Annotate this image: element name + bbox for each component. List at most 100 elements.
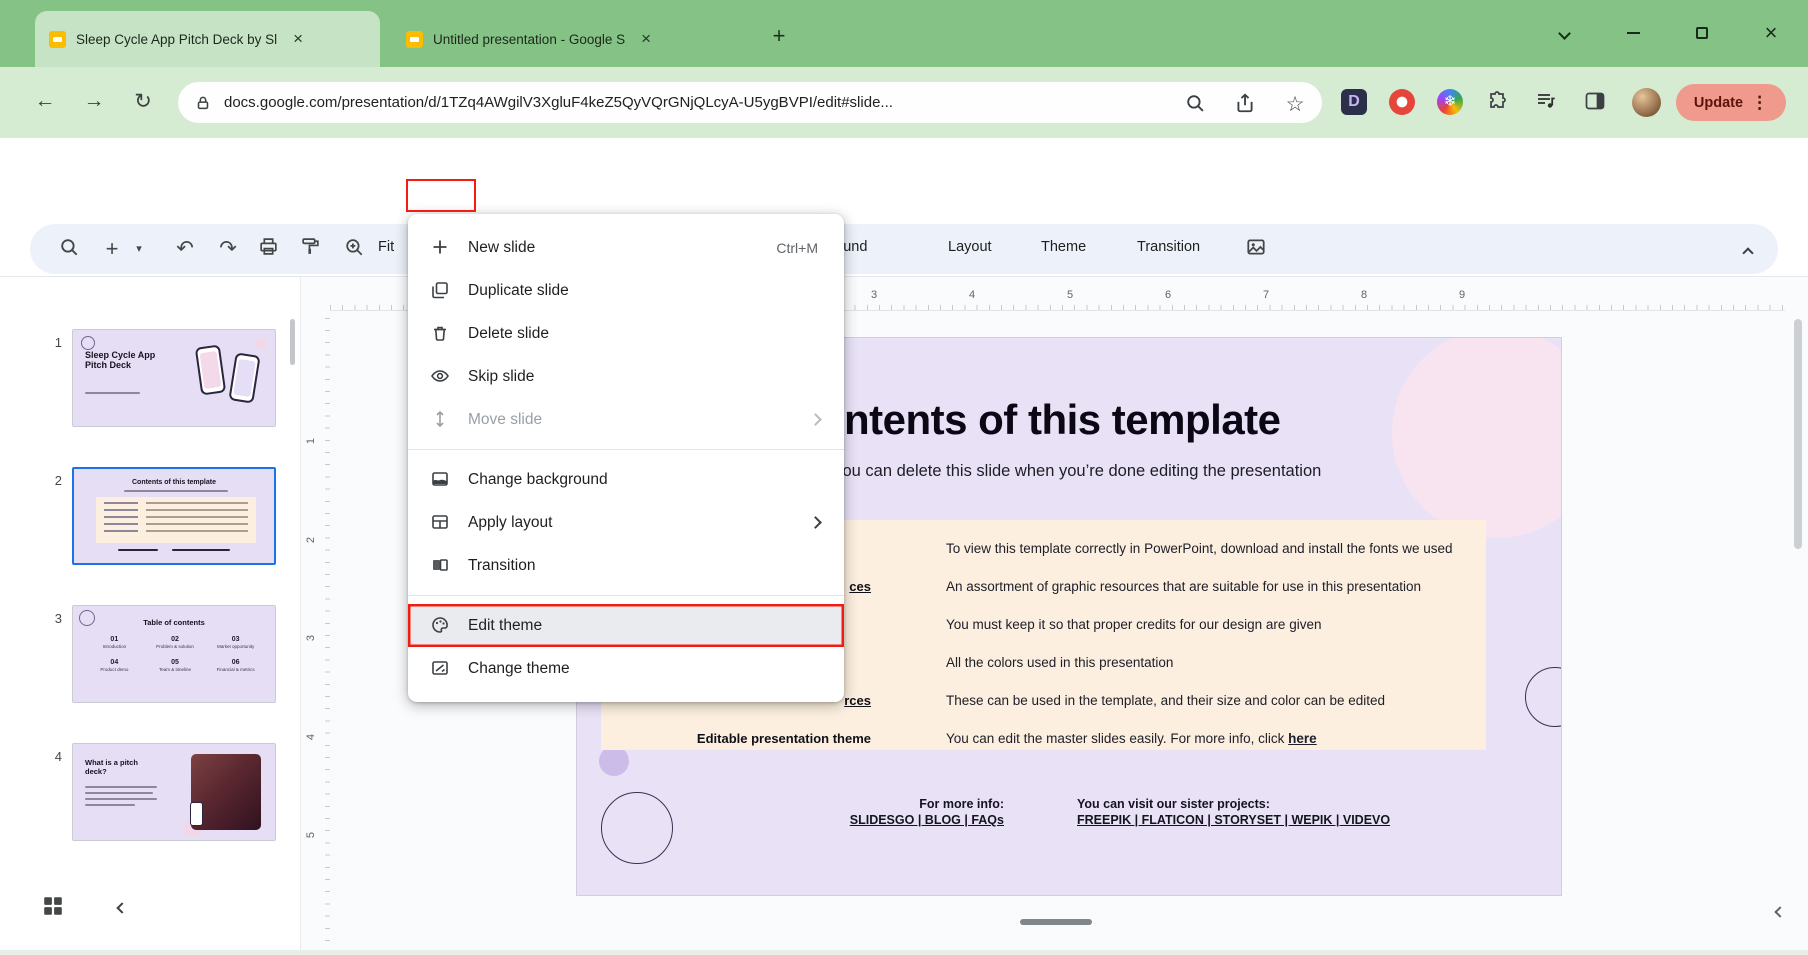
insert-image-icon[interactable] — [1245, 236, 1271, 262]
tab-title: Untitled presentation - Google S — [433, 32, 625, 47]
extension-red-circle-icon[interactable] — [1389, 89, 1415, 115]
tab-close-icon[interactable]: × — [287, 28, 309, 50]
back-icon[interactable]: ← — [30, 89, 60, 113]
extension-d-icon[interactable]: D — [1341, 89, 1367, 115]
menu-item-apply-layout[interactable]: Apply layout — [408, 501, 844, 544]
window-close-button[interactable]: × — [1753, 18, 1789, 48]
menu-item-edit-theme[interactable]: Edit theme — [408, 604, 844, 647]
zoom-fit-label[interactable]: Fit — [378, 239, 394, 255]
slide-subtitle[interactable]: You can delete this slide when you’re do… — [833, 462, 1321, 481]
theme-button[interactable]: Theme — [1041, 239, 1086, 255]
browser-profile-avatar[interactable] — [1632, 88, 1661, 117]
menu-item-duplicate-slide[interactable]: Duplicate slide — [408, 269, 844, 312]
zoom-page-icon[interactable] — [1184, 92, 1206, 114]
transition-icon — [430, 555, 454, 577]
undo-icon[interactable]: ↶ — [172, 236, 198, 262]
extensions-puzzle-icon[interactable] — [1486, 89, 1512, 115]
filmstrip-panel: 1 Sleep Cycle App Pitch Deck 2 Contents … — [0, 277, 301, 951]
menu-item-delete-slide[interactable]: Delete slide — [408, 312, 844, 355]
slides-favicon — [406, 31, 423, 48]
chrome-update-button[interactable]: Update ⋮ — [1676, 84, 1786, 121]
slide-footer-sister-projects: You can visit our sister projects: FREEP… — [1077, 796, 1390, 828]
paint-format-icon[interactable] — [300, 236, 326, 262]
thumb-content-box — [96, 497, 256, 543]
slide-dropdown-menu: New slide Ctrl+M Duplicate slide Delete … — [408, 214, 844, 702]
bottom-right-collapse-icon[interactable] — [1776, 903, 1784, 921]
slide-thumbnail-3[interactable]: Table of contents 01Introduction 02Probl… — [72, 605, 276, 703]
new-slide-icon — [430, 237, 454, 259]
extension-pinwheel-icon[interactable]: ❄ — [1437, 89, 1463, 115]
sister-project-links[interactable]: FREEPIK | FLATICON | STORYSET | WEPIK | … — [1077, 812, 1390, 828]
decor-outline-circle — [1525, 667, 1562, 727]
vertical-scrollbar[interactable] — [1794, 319, 1802, 549]
slide-number: 4 — [40, 749, 62, 764]
add-slide-dropdown-icon[interactable]: ▾ — [126, 242, 152, 268]
address-bar: ← → ↻ docs.google.com/presentation/d/1TZ… — [0, 67, 1808, 138]
redo-icon[interactable]: ↷ — [215, 236, 241, 262]
here-link[interactable]: here — [1288, 731, 1317, 746]
menu-item-move-slide[interactable]: Move slide — [408, 398, 844, 441]
submenu-arrow-icon — [809, 516, 822, 529]
search-menus-icon[interactable] — [58, 236, 84, 262]
slide-number: 3 — [40, 611, 62, 626]
toolbar-pill — [30, 224, 1778, 274]
vertical-ruler: 1 2 3 4 5 — [304, 311, 330, 941]
slide-title[interactable]: Contents of this template — [789, 396, 1281, 444]
content-row: Editable presentation theme You can edit… — [601, 719, 1486, 757]
move-slide-icon — [430, 409, 454, 431]
slide-number: 1 — [40, 335, 62, 350]
zoom-icon[interactable] — [343, 236, 369, 262]
slide-thumbnail-1[interactable]: Sleep Cycle App Pitch Deck — [72, 329, 276, 427]
grid-view-icon[interactable] — [42, 895, 66, 919]
menu-item-transition[interactable]: Transition — [408, 544, 844, 587]
filmstrip-collapse-icon[interactable] — [118, 899, 142, 923]
slide-thumbnail-4[interactable]: What is a pitch deck? — [72, 743, 276, 841]
horizontal-scrollbar[interactable] — [1020, 919, 1092, 925]
workspace: 1 Sleep Cycle App Pitch Deck 2 Contents … — [0, 276, 1808, 950]
menu-item-change-background[interactable]: Change background — [408, 458, 844, 501]
new-tab-button[interactable]: + — [764, 22, 794, 52]
phone-mockup — [228, 352, 260, 403]
share-page-icon[interactable] — [1234, 92, 1256, 114]
slidesgo-links[interactable]: SLIDESGO | BLOG | FAQs — [850, 812, 1004, 828]
transition-button[interactable]: Transition — [1137, 239, 1200, 255]
lock-icon — [194, 94, 212, 112]
slide-thumbnail-2-selected[interactable]: Contents of this template — [72, 467, 276, 565]
bookmark-star-icon[interactable]: ☆ — [1284, 92, 1306, 114]
forward-icon[interactable]: → — [79, 89, 109, 113]
window-maximize-button[interactable] — [1684, 18, 1720, 48]
menu-item-skip-slide[interactable]: Skip slide — [408, 355, 844, 398]
tab-strip: Sleep Cycle App Pitch Deck by Sl × Untit… — [0, 0, 1808, 67]
submenu-arrow-icon — [809, 413, 822, 426]
annotation-box-slide-menu — [406, 179, 476, 212]
layout-button[interactable]: Layout — [948, 239, 992, 255]
apply-layout-icon — [430, 512, 454, 534]
skip-slide-eye-icon — [430, 366, 454, 388]
toolbar-collapse-icon[interactable] — [1735, 240, 1761, 266]
reload-icon[interactable]: ↻ — [128, 89, 158, 114]
chrome-menu-icon[interactable]: ⋮ — [1751, 93, 1768, 113]
browser-tab-active[interactable]: Sleep Cycle App Pitch Deck by Sl × — [35, 11, 380, 67]
url-text[interactable]: docs.google.com/presentation/d/1TZq4AWgi… — [224, 94, 1204, 111]
bottom-edge — [0, 950, 1808, 955]
toolbar: + ▾ ↶ ↷ Fit Background Layout Theme Tran… — [0, 222, 1808, 276]
thumb-phone-mockup — [190, 802, 203, 826]
slide-footer-more-info: For more info: SLIDESGO | BLOG | FAQs — [850, 796, 1004, 828]
add-slide-icon[interactable]: + — [99, 236, 125, 262]
side-panel-icon[interactable] — [1583, 89, 1609, 115]
thumb-title: What is a pitch deck? — [85, 758, 155, 776]
decor-pink-circle — [1392, 337, 1562, 538]
omnibox[interactable]: docs.google.com/presentation/d/1TZq4AWgi… — [178, 82, 1322, 123]
menu-shortcut: Ctrl+M — [776, 240, 818, 256]
filmstrip-scrollbar[interactable] — [290, 319, 295, 365]
print-icon[interactable] — [258, 236, 284, 262]
window-minimize-button[interactable] — [1615, 18, 1651, 48]
tab-close-icon[interactable]: × — [635, 28, 657, 50]
browser-tab-inactive[interactable]: Untitled presentation - Google S × — [392, 11, 737, 67]
playlist-extension-icon[interactable] — [1534, 89, 1560, 115]
app-header: Sleep Cycle App Pitch Deck by Slidesgo ☆… — [0, 138, 1808, 222]
menu-separator — [408, 449, 844, 450]
menu-item-new-slide[interactable]: New slide Ctrl+M — [408, 226, 844, 269]
menu-item-change-theme[interactable]: Change theme — [408, 647, 844, 690]
tab-search-chevron-icon[interactable] — [1546, 18, 1582, 48]
